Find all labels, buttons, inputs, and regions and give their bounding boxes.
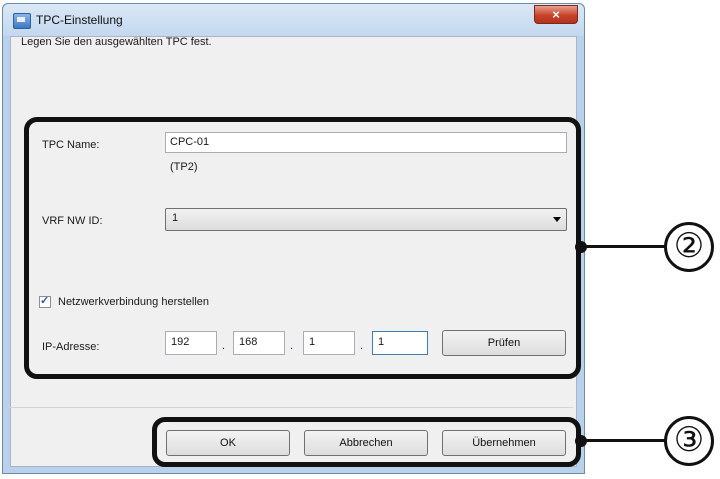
- instruction-text: Legen Sie den ausgewählten TPC fest.: [21, 36, 212, 48]
- app-icon: [13, 13, 31, 29]
- settings-highlight-frame: [24, 117, 581, 379]
- close-button[interactable]: ×: [534, 5, 578, 24]
- leader-line: [581, 439, 666, 442]
- callout-3: ③: [664, 416, 714, 466]
- title-bar[interactable]: TPC-Einstellung ×: [3, 4, 584, 36]
- separator: [8, 407, 573, 408]
- buttons-highlight-frame: [152, 417, 581, 467]
- callout-2: ②: [664, 222, 714, 272]
- window-title: TPC-Einstellung: [36, 13, 123, 27]
- leader-line: [581, 245, 666, 248]
